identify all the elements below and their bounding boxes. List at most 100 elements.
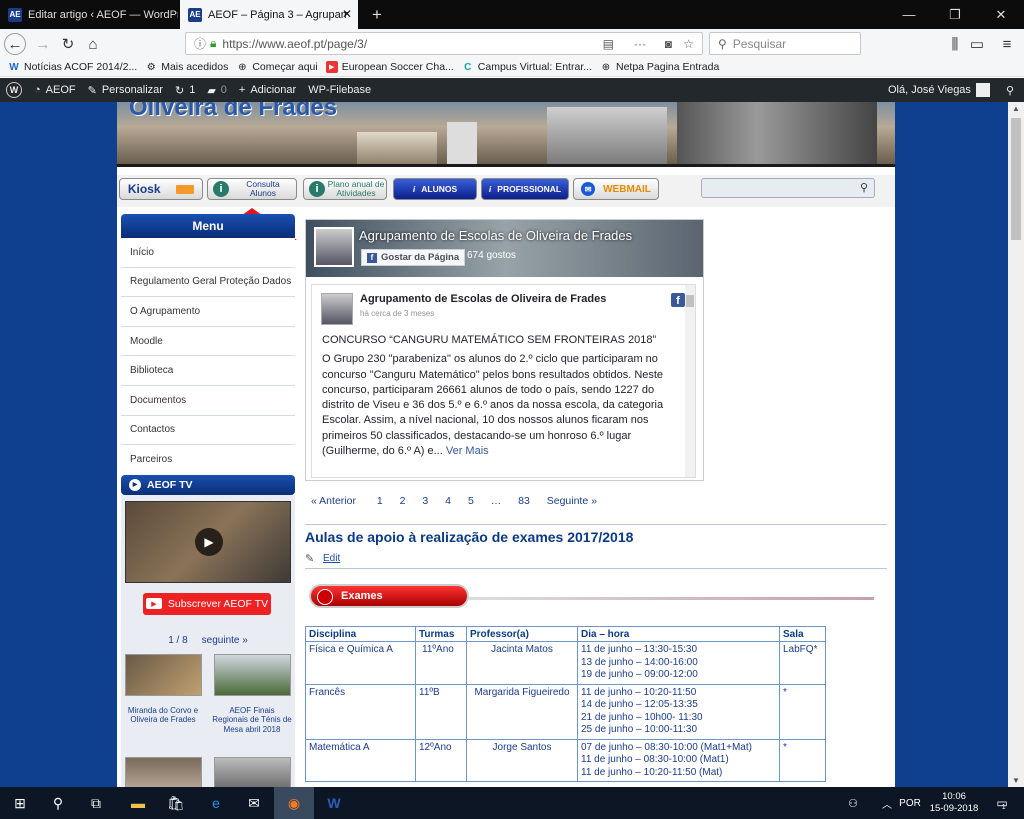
store-icon[interactable]: 🛍︎ xyxy=(156,787,196,819)
scroll-up-icon[interactable]: ▲ xyxy=(1012,104,1020,113)
wp-account-link[interactable]: Olá, José Viegas xyxy=(888,83,990,97)
forward-icon[interactable]: → xyxy=(32,33,54,55)
likes-count: 674 gostos xyxy=(467,250,516,261)
bookmark-star-icon[interactable]: ☆ xyxy=(683,37,694,51)
wp-search-icon[interactable]: ⚲ xyxy=(1006,84,1014,97)
thumbnail-caption[interactable]: Miranda do Corvo e Oliveira de Frades xyxy=(123,706,203,725)
pocket-icon[interactable]: ◙ xyxy=(665,37,672,51)
bookmark-mais-acedidos[interactable]: ⚙ Mais acedidos xyxy=(145,61,229,73)
bookmark-comecar[interactable]: ⊕ Começar aqui xyxy=(236,61,318,73)
facebook-page-title[interactable]: Agrupamento de Escolas de Oliveira de Fr… xyxy=(359,228,632,243)
people-icon[interactable]: ⚇ xyxy=(838,787,868,819)
reader-view-icon[interactable]: ▤ xyxy=(603,37,614,51)
tab-aeof-page3[interactable]: AE AEOF – Página 3 – Agrupamento ✕ xyxy=(180,0,358,29)
subscribe-button[interactable]: ▶ Subscrever AEOF TV xyxy=(143,592,271,615)
sidebar-item-documentos[interactable]: Documentos xyxy=(121,385,295,416)
play-icon[interactable]: ▶ xyxy=(195,527,223,556)
restore-icon[interactable]: ❐ xyxy=(932,0,978,29)
search-icon[interactable]: ⚲ xyxy=(860,181,868,194)
sidebar-item-moodle[interactable]: Moodle xyxy=(121,326,295,357)
see-more-link[interactable]: Ver Mais xyxy=(446,445,489,457)
wp-site-link[interactable]: ◔ AEOF xyxy=(34,84,76,96)
sidebar-toggle-icon[interactable]: ▭ xyxy=(966,33,988,55)
edge-icon[interactable]: e xyxy=(196,787,236,819)
menu-icon[interactable]: ≡ xyxy=(996,33,1018,55)
site-search-input[interactable]: ⚲ xyxy=(701,178,875,198)
page-scrollbar[interactable]: ▲ ▼ xyxy=(1008,102,1024,787)
post-scrollbar[interactable] xyxy=(685,285,695,477)
sidebar-item-agrupamento[interactable]: O Agrupamento xyxy=(121,297,295,327)
video-player[interactable]: ▶ xyxy=(125,500,291,583)
wp-filebase-link[interactable]: WP-Filebase xyxy=(308,84,371,96)
back-icon[interactable]: ← xyxy=(4,33,26,55)
clock[interactable]: 10:06 15-09-2018 xyxy=(924,791,984,815)
scroll-down-icon[interactable]: ▼ xyxy=(1012,776,1020,785)
search-icon[interactable]: ⚲ xyxy=(38,787,78,819)
firefox-icon[interactable]: ◉ xyxy=(274,787,314,819)
wordpress-logo-icon[interactable]: W xyxy=(6,82,22,98)
thumbnail-caption[interactable]: AEOF Finais Regionais de Ténis de Mesa a… xyxy=(212,706,292,735)
wp-comments-link[interactable]: ▰ 0 xyxy=(207,84,227,97)
plano-anual-button[interactable]: i Plano anual de Atividades xyxy=(303,178,387,200)
home-icon[interactable]: ⌂ xyxy=(82,33,104,55)
consulta-alunos-button[interactable]: i Consulta Alunos xyxy=(207,178,297,200)
page-link[interactable]: 1 xyxy=(377,495,383,507)
page-link[interactable]: 4 xyxy=(445,495,451,507)
bookmark-noticias[interactable]: W Notícias ACOF 2014/2... xyxy=(8,61,137,73)
prev-page-link[interactable]: « Anterior xyxy=(311,495,356,507)
language-indicator[interactable]: POR xyxy=(899,787,921,819)
sidebar-item-parceiros[interactable]: Parceiros xyxy=(121,445,295,475)
sidebar-item-inicio[interactable]: Início xyxy=(121,238,295,268)
profissional-button[interactable]: i PROFISSIONAL xyxy=(481,178,569,200)
webmail-button[interactable]: ✉ WEBMAIL xyxy=(573,178,659,200)
video-thumbnail[interactable] xyxy=(214,756,291,787)
next-link[interactable]: seguinte » xyxy=(202,635,248,646)
word-icon[interactable]: W xyxy=(314,787,354,819)
file-explorer-icon[interactable]: ▬ xyxy=(118,787,158,819)
post-avatar[interactable] xyxy=(321,293,353,325)
page-link[interactable]: 2 xyxy=(400,495,406,507)
task-view-icon[interactable]: ⧉ xyxy=(76,787,116,819)
page-actions-icon[interactable]: ··· xyxy=(634,37,646,51)
window-close-icon[interactable]: ✕ xyxy=(978,0,1024,29)
wp-updates-link[interactable]: ↻ 1 xyxy=(175,84,195,97)
alunos-button[interactable]: i ALUNOS xyxy=(393,178,477,200)
info-icon[interactable]: ⓘ xyxy=(194,35,206,52)
exames-button[interactable]: Exames xyxy=(309,584,469,608)
article-title[interactable]: Aulas de apoio à realização de exames 20… xyxy=(305,529,633,545)
video-thumbnail[interactable] xyxy=(125,653,202,696)
page-link[interactable]: 5 xyxy=(468,495,474,507)
wp-add-new-link[interactable]: + Adicionar xyxy=(239,84,296,96)
close-tab-icon[interactable]: ✕ xyxy=(342,7,352,21)
search-input[interactable]: ⚲ Pesquisar xyxy=(709,32,861,55)
bookmark-soccer[interactable]: ▶ European Soccer Cha... xyxy=(325,61,454,73)
new-tab-button[interactable]: + xyxy=(364,0,384,29)
video-thumbnail[interactable] xyxy=(214,653,291,696)
kiosk-button[interactable]: Kiosk xyxy=(119,178,203,200)
page-logo[interactable] xyxy=(314,227,354,267)
library-icon[interactable]: ⫼ xyxy=(944,33,966,55)
reload-icon[interactable]: ↻ xyxy=(57,33,79,55)
facebook-icon[interactable]: f xyxy=(671,293,685,307)
like-page-button[interactable]: f Gostar da Página xyxy=(361,249,466,266)
bookmark-netpa[interactable]: ⊕ Netpa Pagina Entrada xyxy=(600,61,720,73)
mail-icon[interactable]: ✉ xyxy=(234,787,274,819)
windows-start-icon[interactable]: ⊞ xyxy=(0,787,40,819)
post-author[interactable]: Agrupamento de Escolas de Oliveira de Fr… xyxy=(360,293,606,305)
notification-icon[interactable]: ▭ 1 xyxy=(986,787,1016,819)
sidebar-item-biblioteca[interactable]: Biblioteca xyxy=(121,356,295,386)
video-thumbnail[interactable] xyxy=(125,756,202,787)
sidebar-item-contactos[interactable]: Contactos xyxy=(121,415,295,446)
tray-chevron-icon[interactable]: ︿ xyxy=(872,787,902,819)
minimize-icon[interactable]: — xyxy=(886,0,932,29)
scroll-thumb[interactable] xyxy=(1011,118,1021,240)
page-link[interactable]: 83 xyxy=(518,495,530,507)
sidebar-item-rgpd[interactable]: Regulamento Geral Proteção Dados xyxy=(121,267,295,298)
tab-wordpress-editor[interactable]: AE Editar artigo ‹ AEOF — WordPress xyxy=(0,0,178,29)
next-page-link[interactable]: Seguinte » xyxy=(547,495,597,507)
wp-customize-link[interactable]: ✎ Personalizar xyxy=(88,84,163,97)
bookmark-campus[interactable]: C Campus Virtual: Entrar... xyxy=(462,61,592,73)
url-bar[interactable]: ⓘ 🔒︎ https://www.aeof.pt/page/3/ ▤ ··· ◙… xyxy=(185,32,703,55)
edit-link[interactable]: Edit xyxy=(323,553,340,564)
post-time[interactable]: há cerca de 3 meses xyxy=(360,309,434,318)
